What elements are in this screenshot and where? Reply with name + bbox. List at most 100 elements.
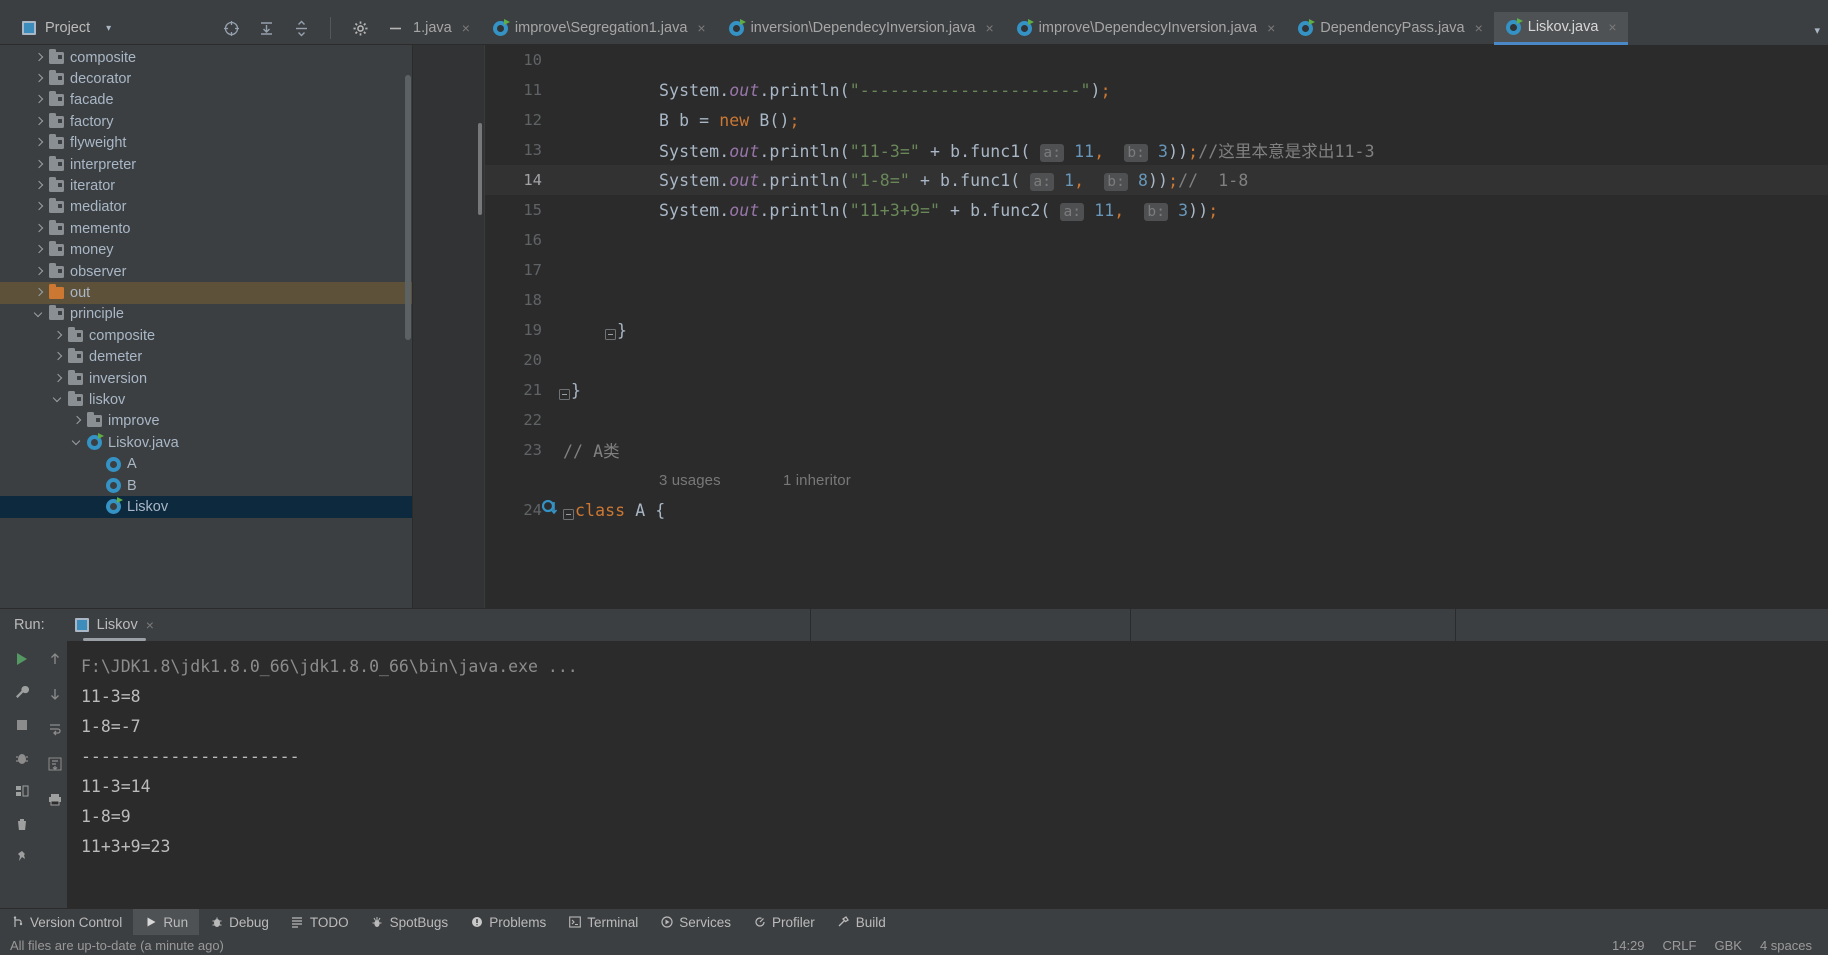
code-editor[interactable]: 10 11 System.out.println("----------------… [413,45,1828,608]
wrench-settings-icon[interactable] [12,682,32,702]
sidebar-scrollbar[interactable] [405,75,411,340]
tree-item-mediator[interactable]: mediator [0,197,412,218]
pin-icon[interactable] [12,847,32,867]
chevron-right-icon[interactable] [34,287,45,298]
inheritor-inlay[interactable]: 1 inheritor [783,472,851,489]
tree-item-liskov[interactable]: Liskov [0,496,412,518]
collapse-all-icon[interactable] [292,19,310,37]
run-console-output[interactable]: F:\JDK1.8\jdk1.8.0_66\jdk1.8.0_66\bin\ja… [67,641,1828,908]
chevron-right-icon[interactable] [34,138,45,149]
tree-item-factory[interactable]: factory [0,111,412,132]
editor-tab[interactable]: 1.java × [413,12,481,45]
tree-item-facade[interactable]: facade [0,90,412,111]
status-bar-item[interactable]: 4 spaces [1760,938,1812,953]
tree-item-memento[interactable]: memento [0,218,412,239]
status-bar-item[interactable]: 14:29 [1612,938,1645,953]
print-icon[interactable] [45,789,65,809]
chevron-right-icon[interactable] [34,52,45,63]
tree-item-principle[interactable]: principle [0,304,412,325]
tree-item-flyweight[interactable]: flyweight [0,133,412,154]
tree-item-iterator[interactable]: iterator [0,175,412,196]
code-line[interactable]: 23 // A类 [485,435,1828,465]
close-icon[interactable]: × [462,20,470,36]
chevron-right-icon[interactable] [72,416,83,427]
tree-item-interpreter[interactable]: interpreter [0,154,412,175]
tool-window-button-spotbugs[interactable]: SpotBugs [360,909,460,936]
layout-icon[interactable] [12,781,32,801]
tree-item-observer[interactable]: observer [0,261,412,282]
tree-item-composite[interactable]: composite [0,47,412,68]
chevron-right-icon[interactable] [53,330,64,341]
close-icon[interactable]: × [985,20,993,36]
tree-item-b[interactable]: B [0,475,412,496]
editor-code-area[interactable]: 10 11 System.out.println("----------------… [485,45,1828,608]
chevron-right-icon[interactable] [34,266,45,277]
scroll-to-end-icon[interactable] [45,754,65,774]
tree-item-decorator[interactable]: decorator [0,68,412,89]
editor-gutter[interactable] [413,45,485,608]
chevron-right-icon[interactable] [34,159,45,170]
tree-item-liskov[interactable]: liskov [0,389,412,410]
tool-window-button-build[interactable]: Build [826,909,897,936]
tool-window-button-terminal[interactable]: Terminal [557,909,649,936]
run-config-tab[interactable]: Liskov × [65,609,164,641]
tool-window-button-run[interactable]: Run [133,908,200,936]
code-line[interactable]: 12 B b = new B(); [485,105,1828,135]
close-icon[interactable]: × [146,617,154,633]
fold-marker-icon[interactable] [605,328,616,340]
status-bar-item[interactable]: GBK [1714,938,1741,953]
chevron-right-icon[interactable] [53,352,64,363]
editor-tab[interactable]: inversion\DependecyInversion.java × [716,12,1005,45]
soft-wrap-icon[interactable] [45,719,65,739]
tree-item-composite[interactable]: composite [0,325,412,346]
tree-item-out[interactable]: out [0,282,412,304]
chevron-right-icon[interactable] [34,95,45,106]
tool-window-button-services[interactable]: Services [649,909,742,936]
hide-icon[interactable] [386,19,404,37]
code-line[interactable]: 15 System.out.println("11+3+9=" + b.func2… [485,195,1828,225]
editor-tab[interactable]: improve\Segregation1.java × [480,12,717,45]
close-icon[interactable]: × [697,20,705,36]
code-line[interactable]: 20 [485,345,1828,375]
tree-item-improve[interactable]: improve [0,411,412,432]
tree-item-demeter[interactable]: demeter [0,346,412,367]
chevron-right-icon[interactable] [34,245,45,256]
chevron-right-icon[interactable] [34,223,45,234]
debug-bug-icon[interactable] [12,748,32,768]
fold-marker-icon[interactable] [559,388,570,400]
arrow-up-icon[interactable] [45,649,65,669]
close-icon[interactable]: × [1267,20,1275,36]
expand-all-icon[interactable] [257,19,275,37]
code-line[interactable]: 11 System.out.println("------------------… [485,75,1828,105]
status-bar-item[interactable]: CRLF [1663,938,1697,953]
chevron-down-icon[interactable]: ▾ [106,23,111,34]
code-line[interactable]: 22 [485,405,1828,435]
chevron-down-icon[interactable] [34,309,45,320]
tree-item-liskov-java[interactable]: Liskov.java [0,432,412,453]
chevron-right-icon[interactable] [53,373,64,384]
code-line[interactable]: 16 [485,225,1828,255]
tool-window-button-problems[interactable]: Problems [459,909,557,936]
code-line[interactable]: 18 [485,285,1828,315]
code-line[interactable]: 14 System.out.println("1-8=" + b.func1( a… [485,165,1828,195]
chevron-down-icon[interactable] [72,437,83,448]
trash-icon[interactable] [12,814,32,834]
target-icon[interactable] [222,19,240,37]
tool-window-button-todo[interactable]: TODO [280,909,360,936]
fold-marker-icon[interactable] [563,508,574,520]
editor-tab[interactable]: DependencyPass.java × [1286,12,1494,45]
settings-gear-icon[interactable] [351,19,369,37]
code-line[interactable]: 24 class A { [485,495,1828,525]
tree-item-money[interactable]: money [0,240,412,261]
tree-item-a[interactable]: A [0,453,412,474]
code-line[interactable]: 17 [485,255,1828,285]
tree-item-inversion[interactable]: inversion [0,368,412,389]
editor-tab[interactable]: improve\DependecyInversion.java × [1004,12,1287,45]
tool-window-button-debug[interactable]: Debug [199,909,280,936]
chevron-right-icon[interactable] [34,202,45,213]
editor-scrollbar[interactable] [478,123,482,215]
chevron-right-icon[interactable] [34,74,45,85]
code-line[interactable]: 10 [485,45,1828,75]
tool-window-button-version-control[interactable]: Version Control [0,909,133,936]
close-icon[interactable]: × [1608,19,1616,35]
